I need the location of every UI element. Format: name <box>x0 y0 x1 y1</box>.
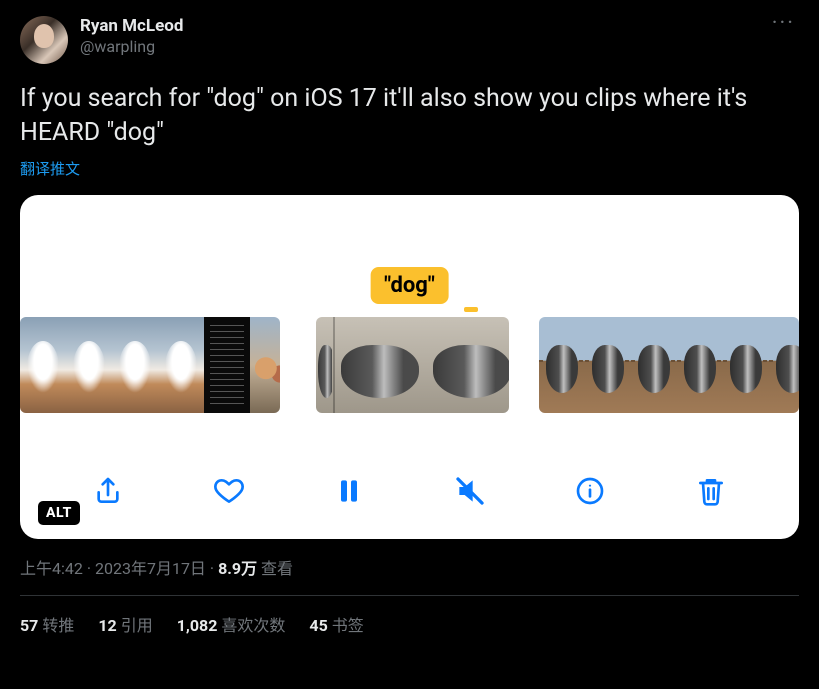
author-names[interactable]: Ryan McLeod @warpling <box>80 16 183 57</box>
translate-link[interactable]: 翻译推文 <box>20 158 799 179</box>
thumbnail-frame <box>332 317 424 413</box>
thumbnail-frame <box>769 317 799 413</box>
tweet-header: Ryan McLeod @warpling ··· <box>20 16 799 64</box>
thumbnail-frame <box>204 317 250 413</box>
tweet-text: If you search for "dog" on iOS 17 it'll … <box>20 82 799 150</box>
search-term-bubble: "dog" <box>370 267 449 304</box>
tweet-date[interactable]: 2023年7月17日 <box>95 559 206 578</box>
share-icon[interactable] <box>88 471 128 511</box>
thumbnail-frame <box>250 317 280 413</box>
thumbnail-frame <box>723 317 769 413</box>
thumbnail-frame <box>66 317 112 413</box>
tweet-meta: 上午4:42 · 2023年7月17日 · 8.9万 查看 <box>20 555 799 596</box>
speaker-muted-icon[interactable] <box>450 471 490 511</box>
thumbnail-frame <box>424 317 509 413</box>
info-icon[interactable] <box>570 471 610 511</box>
handle: @warpling <box>80 37 183 57</box>
playhead-marker <box>464 307 478 312</box>
thumbnail-frame <box>20 317 66 413</box>
thumbnail-frame <box>585 317 631 413</box>
views-count: 8.9万 <box>218 559 257 578</box>
media-toolbar <box>20 471 799 511</box>
tweet-container: Ryan McLeod @warpling ··· If you search … <box>0 0 819 652</box>
tweet-time[interactable]: 上午4:42 <box>20 559 83 578</box>
clip-group-1[interactable] <box>20 317 280 413</box>
thumbnail-frame <box>539 317 585 413</box>
likes-stat[interactable]: 1,082喜欢次数 <box>177 612 286 636</box>
clip-group-2[interactable] <box>316 317 509 413</box>
display-name: Ryan McLeod <box>80 16 183 37</box>
alt-badge[interactable]: ALT <box>38 501 80 525</box>
clip-group-3[interactable] <box>539 317 799 413</box>
tweet-stats: 57转推 12引用 1,082喜欢次数 45书签 <box>20 596 799 652</box>
trash-icon[interactable] <box>691 471 731 511</box>
pause-icon[interactable] <box>329 471 369 511</box>
more-icon[interactable]: ··· <box>768 16 799 33</box>
thumbnail-frame <box>677 317 723 413</box>
heart-icon[interactable] <box>209 471 249 511</box>
retweets-stat[interactable]: 57转推 <box>20 612 74 636</box>
views-label: 查看 <box>257 559 293 578</box>
quotes-stat[interactable]: 12引用 <box>98 612 152 636</box>
thumbnail-frame <box>631 317 677 413</box>
thumbnail-frame <box>112 317 158 413</box>
thumbnail-frame <box>158 317 204 413</box>
bookmarks-stat[interactable]: 45书签 <box>309 612 363 636</box>
avatar[interactable] <box>20 16 68 64</box>
video-timeline-strip[interactable] <box>20 317 799 413</box>
media-card[interactable]: "dog" <box>20 195 799 539</box>
